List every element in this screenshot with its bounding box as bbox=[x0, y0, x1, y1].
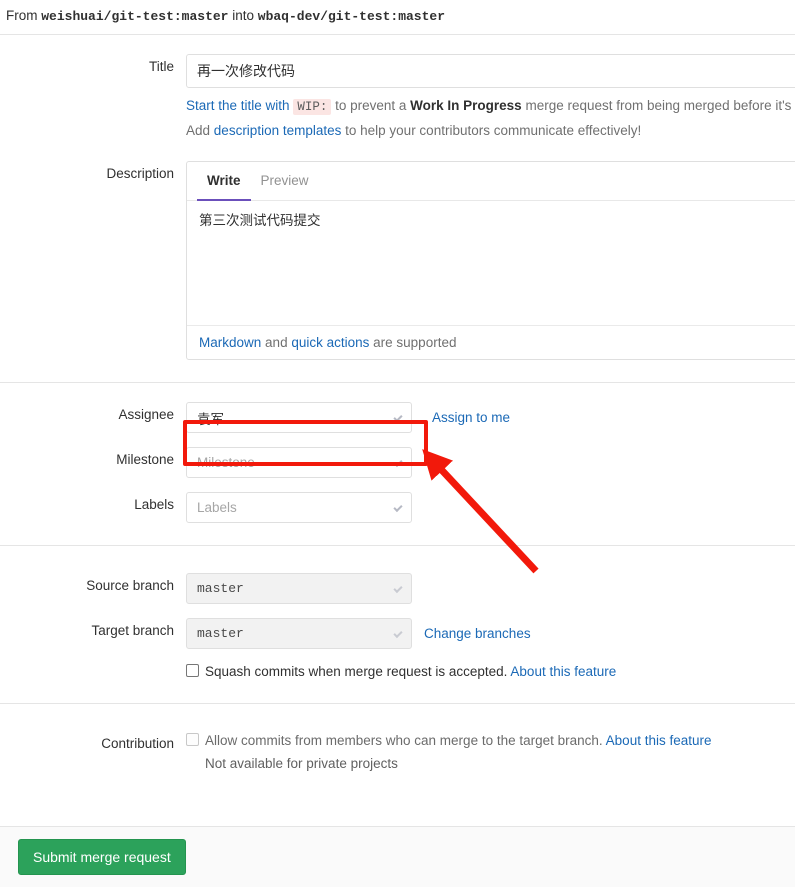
labels-row: Labels Labels bbox=[0, 487, 795, 523]
assignee-select[interactable]: 袁军 bbox=[186, 402, 412, 433]
title-hint-templates: Add description templates to help your c… bbox=[186, 118, 795, 142]
wip-badge: WIP: bbox=[293, 99, 332, 115]
tab-write[interactable]: Write bbox=[197, 162, 251, 201]
allow-commits-row: Allow commits from members who can merge… bbox=[186, 731, 795, 750]
target-branch-select: master bbox=[186, 618, 412, 649]
description-templates-link[interactable]: description templates bbox=[214, 123, 342, 138]
description-textarea[interactable]: 第三次测试代码提交 bbox=[187, 201, 795, 325]
title-hint-wip: Start the title with WIP: to prevent a W… bbox=[186, 88, 795, 118]
chevron-down-icon bbox=[393, 583, 403, 593]
source-ref: weishuai/git-test:master bbox=[41, 9, 229, 24]
milestone-label: Milestone bbox=[116, 452, 174, 467]
title-label: Title bbox=[148, 59, 174, 74]
target-ref: wbaq-dev/git-test:master bbox=[257, 9, 445, 24]
source-branch-row: Source branch master bbox=[0, 568, 795, 604]
contribution-label: Contribution bbox=[101, 736, 174, 751]
description-label: Description bbox=[106, 166, 174, 181]
milestone-select[interactable]: Milestone bbox=[186, 447, 412, 478]
chevron-down-icon bbox=[393, 502, 403, 512]
submit-merge-request-button[interactable]: Submit merge request bbox=[18, 839, 186, 875]
labels-select[interactable]: Labels bbox=[186, 492, 412, 523]
chevron-down-icon bbox=[393, 412, 403, 422]
allow-commits-checkbox bbox=[186, 733, 199, 746]
templates-hint-prefix: Add bbox=[186, 123, 211, 138]
squash-commits-text-wrap: Squash commits when merge request is acc… bbox=[205, 662, 616, 681]
milestone-value: Milestone bbox=[197, 455, 255, 470]
target-branch-value: master bbox=[197, 626, 244, 641]
wip-hint-link[interactable]: Start the title with bbox=[186, 98, 290, 113]
description-editor: Write Preview 第三次测试代码提交 Markdown and qui… bbox=[186, 161, 795, 360]
labels-label: Labels bbox=[134, 497, 174, 512]
allow-commits-label: Allow commits from members who can merge… bbox=[205, 733, 603, 748]
milestone-row: Milestone Milestone bbox=[0, 442, 795, 478]
description-tabs: Write Preview bbox=[187, 162, 795, 201]
into-text: into bbox=[228, 8, 258, 23]
from-prefix: From bbox=[6, 8, 42, 23]
target-branch-row: Target branch master Change branches Squ… bbox=[0, 613, 795, 681]
squash-commits-label: Squash commits when merge request is acc… bbox=[205, 664, 508, 679]
form-footer: Submit merge request bbox=[0, 826, 795, 887]
tab-preview[interactable]: Preview bbox=[251, 162, 319, 201]
chevron-down-icon bbox=[393, 457, 403, 467]
markdown-link[interactable]: Markdown bbox=[199, 335, 261, 350]
quick-actions-link[interactable]: quick actions bbox=[291, 335, 369, 350]
footer-mid-text: and bbox=[265, 335, 288, 350]
chevron-down-icon bbox=[393, 628, 403, 638]
description-footer: Markdown and quick actions are supported bbox=[187, 325, 795, 359]
source-branch-value: master bbox=[197, 581, 244, 596]
description-row: Description Write Preview 第三次测试代码提交 Mark… bbox=[0, 156, 795, 360]
labels-value: Labels bbox=[197, 500, 237, 515]
contribution-note: Not available for private projects bbox=[205, 756, 398, 771]
assignee-value: 袁军 bbox=[197, 411, 224, 427]
footer-tail-text: are supported bbox=[373, 335, 457, 350]
target-branch-label: Target branch bbox=[91, 623, 174, 638]
squash-commits-checkbox[interactable] bbox=[186, 664, 199, 677]
assignee-label: Assignee bbox=[118, 407, 174, 422]
wip-hint-tail: merge request from being merged before i… bbox=[525, 98, 792, 113]
wip-hint-mid: to prevent a bbox=[335, 98, 407, 113]
branch-compare-header: From weishuai/git-test:master into wbaq-… bbox=[0, 0, 795, 34]
templates-hint-tail: to help your contributors communicate ef… bbox=[345, 123, 642, 138]
title-input[interactable] bbox=[186, 54, 795, 88]
title-row: Title Start the title with WIP: to preve… bbox=[0, 49, 795, 142]
source-branch-label: Source branch bbox=[86, 578, 174, 593]
change-branches-link[interactable]: Change branches bbox=[424, 626, 531, 641]
contribution-about-link[interactable]: About this feature bbox=[606, 733, 712, 748]
source-branch-select: master bbox=[186, 573, 412, 604]
contribution-row: Contribution Allow commits from members … bbox=[0, 726, 795, 774]
assignee-row: Assignee 袁军 Assign to me bbox=[0, 397, 795, 433]
wip-hint-strong: Work In Progress bbox=[410, 98, 522, 113]
squash-commits-row: Squash commits when merge request is acc… bbox=[186, 662, 795, 681]
squash-about-link[interactable]: About this feature bbox=[510, 664, 616, 679]
assign-to-me-link[interactable]: Assign to me bbox=[432, 410, 510, 425]
allow-commits-text-wrap: Allow commits from members who can merge… bbox=[205, 731, 712, 750]
merge-request-form-page: From weishuai/git-test:master into wbaq-… bbox=[0, 0, 795, 887]
